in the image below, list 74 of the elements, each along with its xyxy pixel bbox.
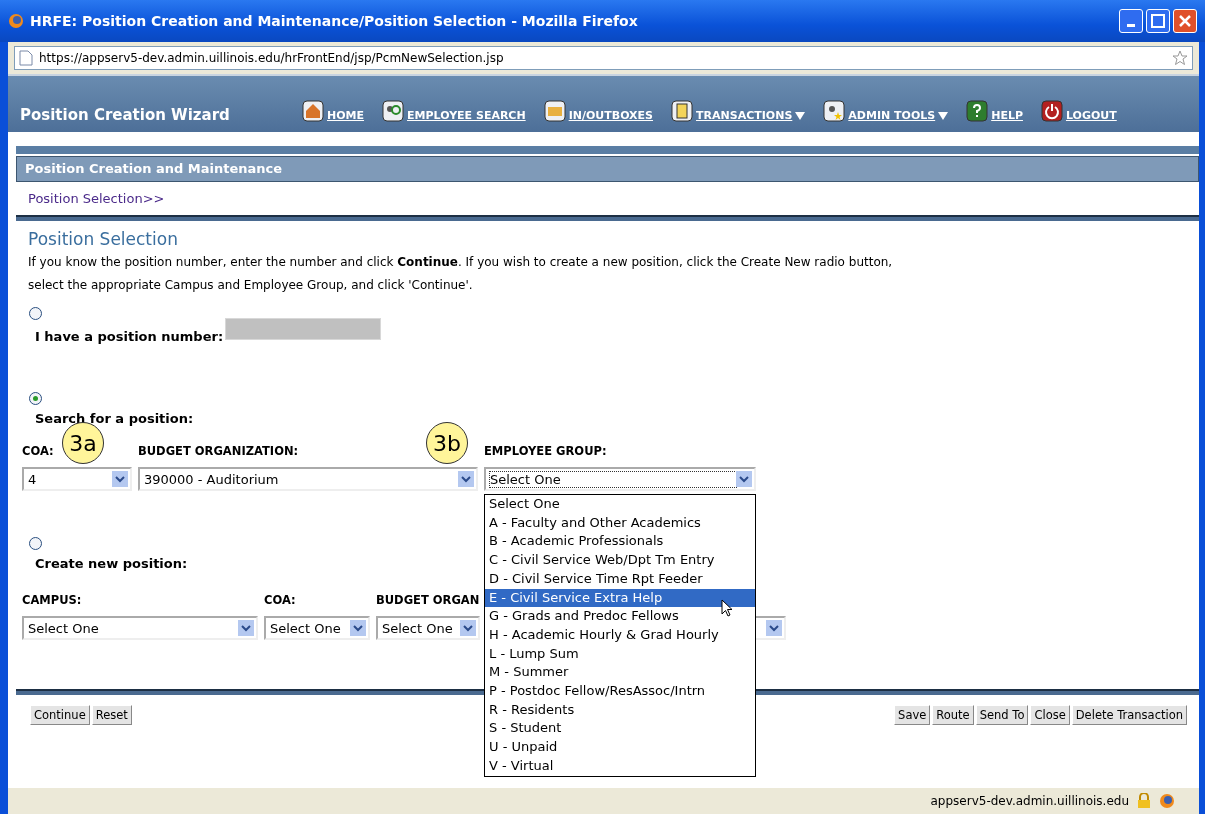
app-title: Position Creation Wizard: [20, 106, 231, 124]
dropdown-option[interactable]: G - Grads and Predoc Fellows: [485, 607, 755, 626]
dropdown-option[interactable]: C - Civil Service Web/Dpt Tm Entry: [485, 551, 755, 570]
field-label: BUDGET ORGAN: [376, 593, 480, 607]
nav-link[interactable]: ADMIN TOOLS: [823, 100, 949, 122]
dropdown-option[interactable]: M - Summer: [485, 663, 755, 683]
question-icon: [966, 100, 989, 122]
minimize-icon: [1127, 23, 1135, 27]
option-label: Create new position:: [35, 555, 188, 571]
padlock-icon: [1137, 793, 1151, 809]
dropdown-option[interactable]: S - Student: [485, 719, 755, 739]
nav-link[interactable]: LOGOUT: [1040, 100, 1117, 122]
breadcrumb-link[interactable]: Position Selection>>: [16, 182, 1199, 211]
nav-link[interactable]: TRANSACTIONS: [671, 100, 806, 122]
section-header: Position Creation and Maintenance: [16, 156, 1199, 182]
dropdown-option[interactable]: H - Academic Hourly & Grad Hourly: [485, 625, 755, 645]
nav-link[interactable]: HOME: [302, 100, 365, 122]
power-icon: [1040, 100, 1063, 122]
position-number-field[interactable]: [225, 318, 382, 340]
dropdown-option[interactable]: P - Postdoc Fellow/ResAssoc/Intrn: [485, 682, 755, 701]
dropdown-option[interactable]: B - Academic Professionals: [485, 532, 755, 552]
form-button[interactable]: Continue: [30, 705, 90, 725]
callout-badge: 3a: [62, 422, 104, 464]
document-icon: [671, 100, 694, 122]
maximize-icon: [1148, 11, 1168, 31]
dropdown-option[interactable]: R - Residents: [485, 700, 755, 720]
address-field[interactable]: https://appserv5-dev.admin.uillinois.edu/hrFrontEnd/jsp/PcmNewSelection.jsp: [14, 46, 1193, 70]
dropdown-option[interactable]: E - Civil Service Extra Help: [485, 588, 755, 608]
option-label: I have a position number:: [35, 328, 224, 344]
status-host-text: appserv5-dev.admin.uillinois.edu: [930, 794, 1129, 808]
section-heading: Position Selection: [27, 229, 179, 249]
select-field[interactable]: 4: [22, 467, 132, 491]
page-icon: [19, 50, 33, 66]
cursor-icon: [721, 599, 733, 617]
form-button[interactable]: Delete Transaction: [1071, 705, 1187, 725]
select-field[interactable]: Select One: [376, 616, 480, 640]
window-title: HRFE: Position Creation and Maintenance/Position Selection - Mozilla Firefox: [30, 13, 638, 29]
minimize-button[interactable]: [1119, 9, 1143, 33]
nav-link[interactable]: HELP: [966, 100, 1023, 122]
firefox-icon: [1159, 793, 1175, 809]
envelope-icon: [543, 100, 566, 122]
star-icon[interactable]: [1172, 50, 1188, 66]
select-field[interactable]: Select One: [484, 467, 756, 491]
maximize-button[interactable]: [1146, 9, 1170, 33]
people-search-icon: [382, 100, 405, 122]
form-button[interactable]: Send To: [975, 705, 1029, 725]
form-button[interactable]: Route: [932, 705, 974, 725]
field-label: COA:: [22, 444, 55, 458]
field-label: BUDGET ORGANIZATION:: [138, 444, 300, 458]
firefox-icon: [8, 13, 24, 29]
form-button[interactable]: Close: [1030, 705, 1070, 725]
field-label: CAMPUS:: [22, 593, 83, 607]
nav-link[interactable]: EMPLOYEE SEARCH: [382, 100, 526, 122]
select-field[interactable]: Select One: [22, 616, 258, 640]
field-label: EMPLOYEE GROUP:: [484, 444, 608, 458]
radio-button[interactable]: [29, 307, 42, 320]
dropdown-option[interactable]: U - Unpaid: [485, 738, 755, 757]
radio-button[interactable]: [29, 537, 42, 550]
dropdown-option[interactable]: L - Lump Sum: [485, 644, 755, 664]
nav-link[interactable]: IN/OUTBOXES: [543, 100, 654, 122]
form-button[interactable]: Save: [894, 705, 931, 725]
field-label: COA:: [264, 593, 297, 607]
close-button[interactable]: [1173, 9, 1197, 33]
instructions-text: If you know the position number, enter the number and click Continue. If you wish to create a new position, click the Create New radio button, select the appropriate Campus and Employee Group, and click 'Continue'.: [27, 254, 894, 294]
dropdown-option[interactable]: D - Civil Service Time Rpt Feeder: [485, 569, 755, 589]
house-icon: [302, 100, 324, 122]
dropdown-option[interactable]: A - Faculty and Other Academics: [485, 513, 755, 533]
dropdown-option[interactable]: V - Virtual: [485, 756, 755, 776]
radio-button[interactable]: [29, 392, 42, 405]
select-field[interactable]: 390000 - Auditorium: [138, 467, 478, 491]
callout-badge: 3b: [426, 422, 468, 464]
form-button[interactable]: Reset: [91, 705, 132, 725]
select-field[interactable]: Select One: [264, 616, 370, 640]
dropdown-option[interactable]: Select One: [485, 495, 755, 514]
